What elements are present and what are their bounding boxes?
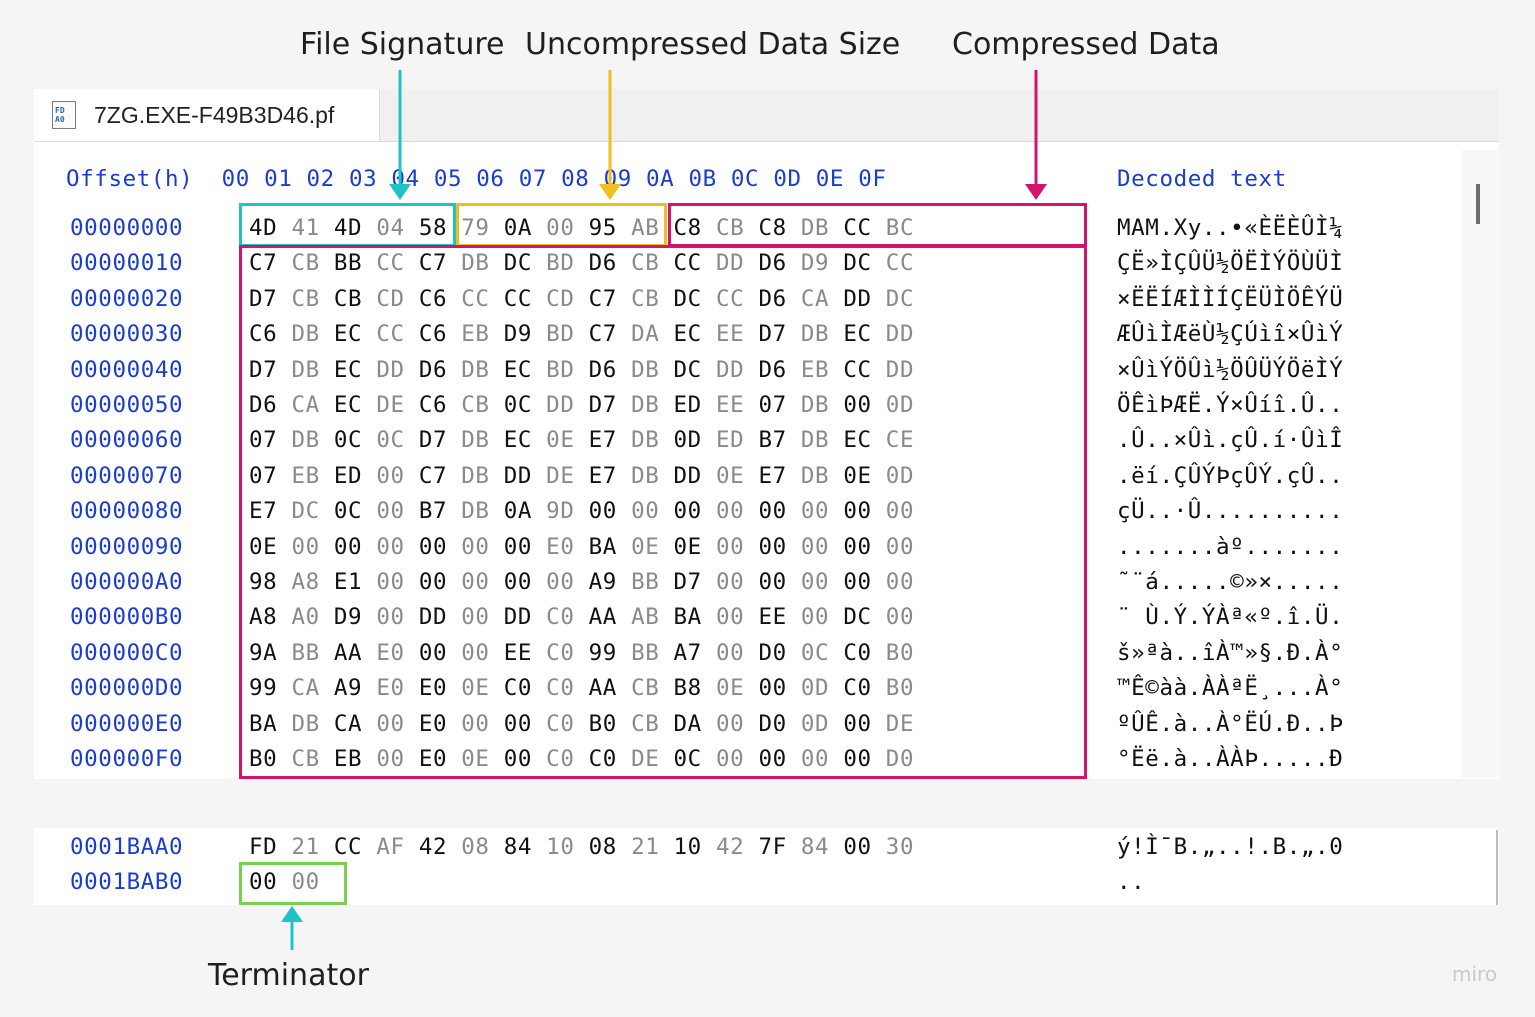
compressed-data-arrow [1025, 70, 1047, 200]
uncompressed-size-arrow [599, 70, 621, 200]
callout-arrows [281, 70, 1047, 950]
file-signature-arrow [389, 70, 411, 200]
miro-watermark: miro [1452, 962, 1498, 986]
terminator-arrow [281, 906, 303, 950]
